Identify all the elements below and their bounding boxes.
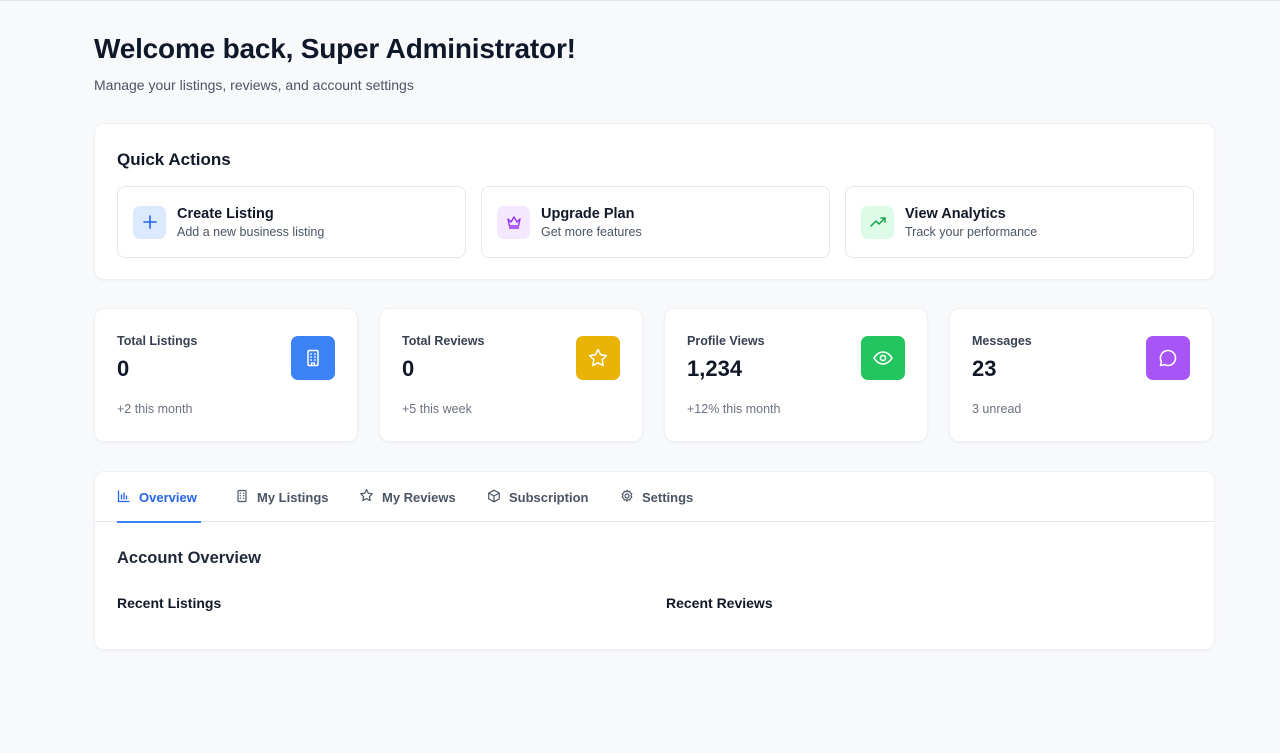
building-icon [291, 336, 335, 380]
stat-value: 0 [402, 356, 415, 381]
stat-card-messages: Messages 23 3 unread [949, 308, 1213, 442]
quick-actions-row: Create Listing Add a new business listin… [117, 186, 1194, 258]
stat-label: Total Reviews [402, 334, 485, 348]
account-overview-title: Account Overview [117, 549, 261, 567]
tab-subscription[interactable]: Subscription [487, 472, 588, 522]
tab-label: Subscription [509, 489, 589, 505]
tab-overview[interactable]: Overview [117, 472, 201, 523]
recent-reviews-title: Recent Reviews [666, 595, 773, 611]
message-icon [1146, 336, 1190, 380]
star-icon [576, 336, 620, 380]
create-listing-button[interactable]: Create Listing Add a new business listin… [117, 186, 466, 258]
stat-note: +12% this month [687, 402, 781, 416]
tab-label: Settings [642, 489, 694, 505]
create-listing-description: Add a new business listing [177, 224, 325, 239]
page-title: Welcome back, Super Administrator! [94, 33, 576, 64]
quick-actions-card: Quick Actions Create Listing Add a new b… [94, 123, 1215, 280]
quick-actions-title: Quick Actions [117, 150, 231, 169]
stat-card-total-reviews: Total Reviews 0 +5 this week [379, 308, 643, 442]
stat-card-total-listings: Total Listings 0 +2 this month [94, 308, 358, 442]
tab-my-reviews[interactable]: My Reviews [359, 472, 456, 522]
building-icon [235, 489, 249, 506]
stat-label: Profile Views [687, 334, 765, 348]
stat-note: +2 this month [117, 402, 193, 416]
star-icon [359, 488, 374, 506]
tabs-card: Overview My Listings My Reviews Subscrip… [94, 471, 1215, 650]
package-icon [487, 489, 501, 506]
view-analytics-button[interactable]: View Analytics Track your performance [845, 186, 1194, 258]
recent-listings-title: Recent Listings [117, 595, 222, 611]
create-listing-label: Create Listing [177, 205, 274, 222]
stat-value: 0 [117, 356, 130, 381]
stat-note: +5 this week [402, 402, 472, 416]
upgrade-plan-label: Upgrade Plan [541, 205, 635, 222]
bar-chart-icon [117, 489, 131, 506]
gear-icon [620, 489, 634, 506]
upgrade-plan-button[interactable]: Upgrade Plan Get more features [481, 186, 830, 258]
tab-settings[interactable]: Settings [620, 472, 693, 522]
stat-label: Total Listings [117, 334, 198, 348]
stat-card-profile-views: Profile Views 1,234 +12% this month [664, 308, 928, 442]
view-analytics-description: Track your performance [905, 224, 1038, 239]
stat-value: 1,234 [687, 356, 743, 381]
upgrade-plan-description: Get more features [541, 224, 642, 239]
stat-value: 23 [972, 356, 997, 381]
tab-my-listings[interactable]: My Listings [235, 472, 329, 522]
dashboard-container: Welcome back, Super Administrator! Manag… [94, 1, 1215, 650]
eye-icon [861, 336, 905, 380]
tab-label: My Listings [257, 489, 329, 505]
crown-icon [497, 205, 530, 239]
tab-label: Overview [139, 489, 197, 505]
tab-label: My Reviews [382, 489, 456, 505]
tab-bar: Overview My Listings My Reviews Subscrip… [95, 472, 1214, 523]
stats-row: Total Listings 0 +2 this month Total Rev… [94, 308, 1213, 442]
stat-note: 3 unread [972, 402, 1022, 416]
page-subtitle: Manage your listings, reviews, and accou… [94, 77, 414, 93]
stat-label: Messages [972, 334, 1032, 348]
plus-icon [133, 205, 166, 239]
view-analytics-label: View Analytics [905, 205, 1006, 222]
trending-up-icon [861, 205, 894, 239]
